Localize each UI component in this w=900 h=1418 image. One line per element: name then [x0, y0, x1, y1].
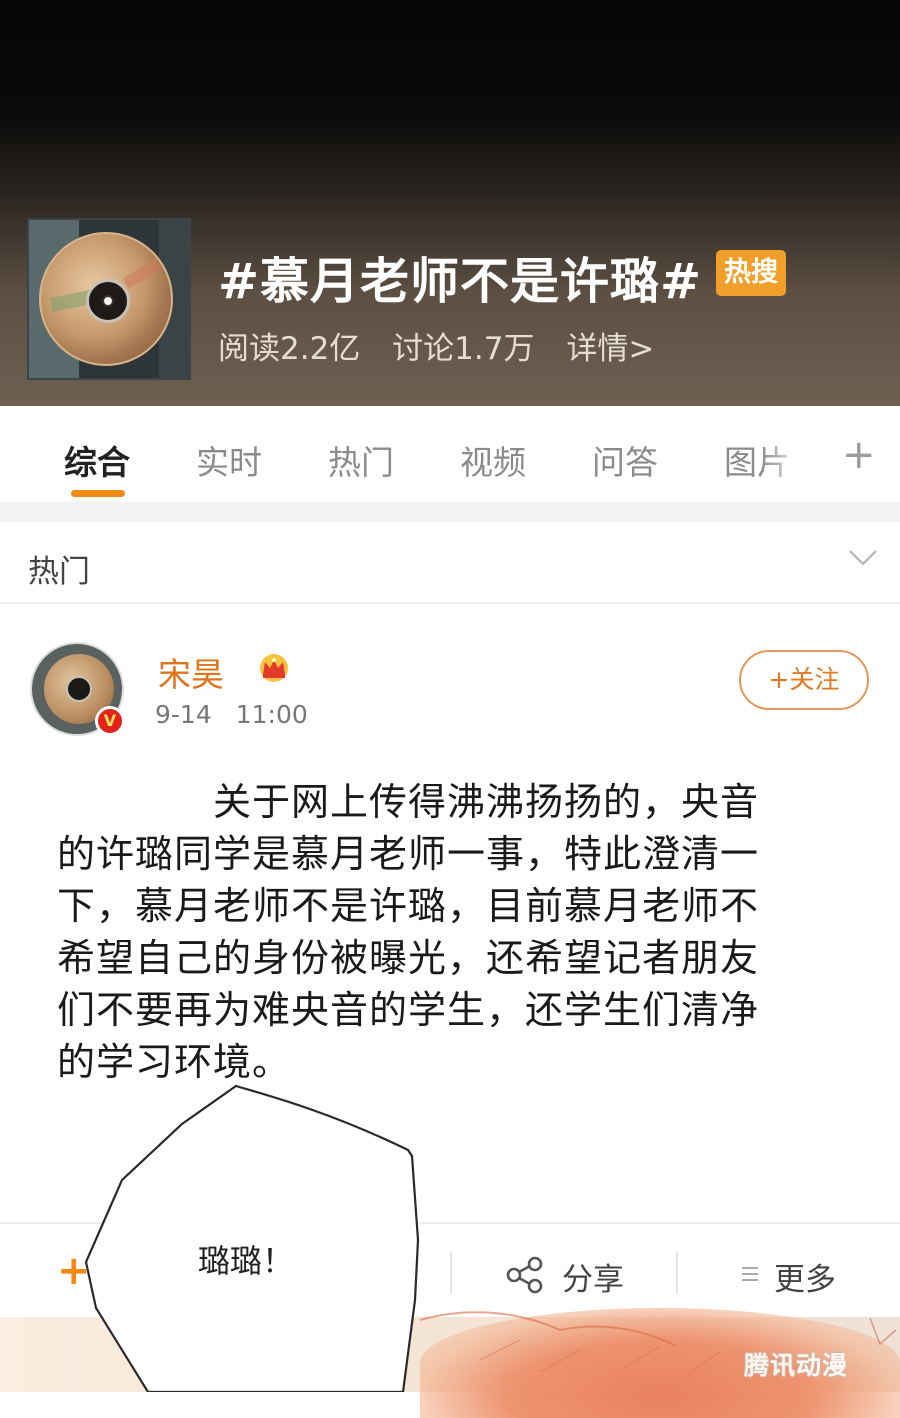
- action-divider: [450, 1252, 452, 1294]
- post-line: 关于网上传得沸沸扬扬的，央音: [57, 780, 760, 824]
- post-clock: 11:00: [235, 700, 308, 729]
- verified-v-badge: V: [95, 706, 125, 736]
- post-line: 希望自己的身份被曝光，还希望记者朋友: [57, 936, 760, 980]
- speech-bubble-text: 璐璐！: [198, 1242, 295, 1280]
- post-line: 的许璐同学是慕月老师一事，特此澄清一: [57, 832, 760, 876]
- crown-icon: [260, 654, 288, 682]
- cd-center-hole: [102, 295, 114, 307]
- post-body: 关于网上传得沸沸扬扬的，央音 的许璐同学是慕月老师一事，特此澄清一 下，慕月老师…: [57, 776, 787, 1088]
- avatar-disc-center: [66, 676, 92, 702]
- tab-qa[interactable]: 问答: [592, 436, 658, 484]
- post-date: 9-14: [155, 700, 212, 729]
- topic-cover-image[interactable]: [27, 218, 191, 380]
- action-divider: [676, 1252, 678, 1294]
- username[interactable]: 宋昊: [158, 648, 224, 696]
- follow-button[interactable]: +关注: [739, 650, 869, 710]
- post-line: 的学习环境。: [57, 1040, 292, 1084]
- share-icon[interactable]: [505, 1256, 545, 1294]
- post-action-bar: + 分享 更多: [0, 1222, 900, 1317]
- more-button[interactable]: 更多: [774, 1254, 836, 1299]
- tab-realtime[interactable]: 实时: [196, 436, 262, 484]
- topic-header: #慕月老师不是许璐# 热搜 阅读2.2亿 讨论1.7万 详情>: [0, 0, 900, 406]
- post-time: 9-14 11:00: [155, 700, 324, 729]
- tab-hot[interactable]: 热门: [328, 436, 394, 484]
- tab-overall[interactable]: 综合: [64, 436, 130, 484]
- topic-stats: 阅读2.2亿 讨论1.7万 详情>: [218, 323, 676, 368]
- read-count: 阅读2.2亿: [218, 331, 361, 367]
- menu-icon[interactable]: [740, 1264, 760, 1284]
- hot-section-label: 热门: [28, 554, 90, 590]
- cd-disc-image: [39, 232, 173, 366]
- post-line: 们不要再为难央音的学生，还学生们清净: [57, 988, 760, 1032]
- section-divider: [0, 502, 900, 522]
- chevron-down-icon[interactable]: [848, 548, 878, 568]
- post-card: V 宋昊 9-14 11:00 +关注 关于网上传得沸沸扬扬的，央音 的许璐同学…: [0, 604, 900, 1224]
- watermark: 腾讯动漫: [744, 1351, 849, 1380]
- post-line: 下，慕月老师不是许璐，目前慕月老师不: [57, 884, 760, 928]
- active-tab-indicator: [71, 490, 125, 497]
- share-button[interactable]: 分享: [562, 1254, 624, 1299]
- cd-center-ring: [86, 279, 130, 323]
- hot-section-header: 热门: [0, 522, 900, 604]
- hot-search-badge: 热搜: [716, 250, 786, 296]
- tab-bar: 综合 实时 热门 视频 问答 图片 +: [0, 406, 900, 502]
- details-link[interactable]: 详情>: [566, 331, 654, 367]
- tab-fade-overlay: [760, 406, 830, 502]
- topic-title: #慕月老师不是许璐#: [218, 253, 703, 310]
- tab-video[interactable]: 视频: [460, 436, 526, 484]
- repost-plus-icon[interactable]: +: [57, 1248, 91, 1294]
- discussion-count: 讨论1.7万: [392, 331, 535, 367]
- plus-icon[interactable]: +: [842, 432, 876, 478]
